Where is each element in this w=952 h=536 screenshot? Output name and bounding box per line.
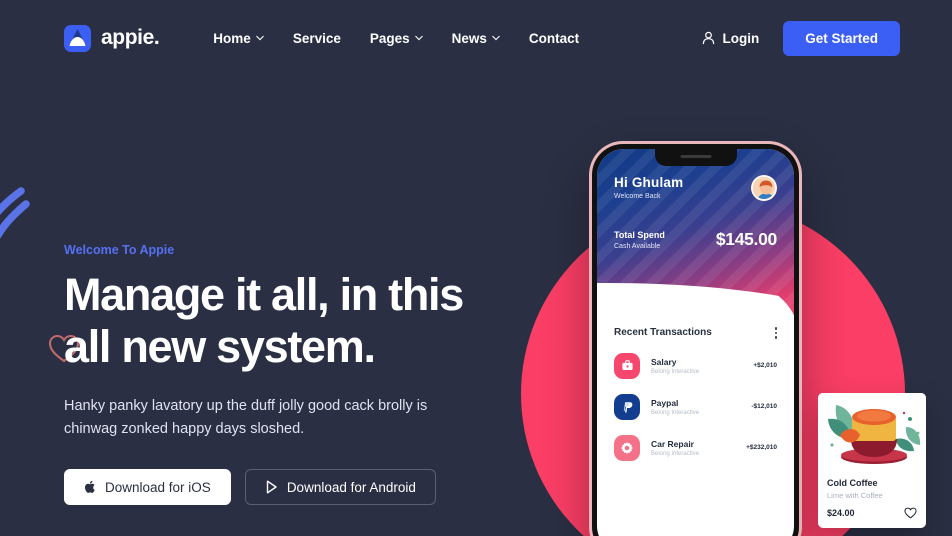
transaction-name: Paypal <box>651 397 679 408</box>
phone-screen: Hi Ghulam Welcome Back Total Spend Cash … <box>597 149 794 536</box>
coffee-product-card[interactable]: Cold Coffee Lime with Coffee $24.00 <box>818 393 926 528</box>
headline-line-2: all new system. <box>64 321 376 372</box>
transaction-text: Car Repair Belong Interactive <box>651 439 746 457</box>
transaction-amount: +$232,010 <box>746 444 777 451</box>
spend-label: Total Spend <box>614 230 665 240</box>
nav-item-service[interactable]: Service <box>293 31 341 46</box>
download-android-button[interactable]: Download for Android <box>244 469 436 505</box>
play-triangle-icon <box>266 480 277 494</box>
coffee-card-body: Cold Coffee Lime with Coffee $24.00 <box>818 472 926 519</box>
brand-name: appie. <box>101 26 160 49</box>
chevron-down-icon <box>492 35 500 41</box>
login-label: Login <box>722 30 760 46</box>
nav-label: News <box>451 30 487 46</box>
nav-item-pages[interactable]: Pages <box>370 31 423 46</box>
coffee-description: Lime with Coffee <box>827 491 883 500</box>
coffee-cup-illustration <box>818 393 926 472</box>
hero-section: Welcome To Appie Manage it all, in this … <box>64 243 534 505</box>
phone-notch <box>654 149 737 166</box>
gear-icon <box>614 434 640 461</box>
chevron-down-icon <box>256 35 264 41</box>
get-started-button[interactable]: Get Started <box>783 20 900 56</box>
spend-labels: Total Spend Cash Available <box>614 230 665 250</box>
chevron-down-icon <box>414 35 423 41</box>
transactions-header: Recent Transactions <box>597 327 794 339</box>
coffee-price: $24.00 <box>827 508 855 518</box>
heart-outline-icon[interactable] <box>904 507 917 519</box>
table-row[interactable]: Salary Belong Interactive +$2,010 <box>614 352 777 379</box>
user-icon <box>703 31 715 45</box>
headline-line-1: Manage it all, in this <box>64 269 464 320</box>
transaction-amount: -$12,010 <box>751 403 777 410</box>
nav-item-home[interactable]: Home <box>213 31 264 46</box>
hero-subcopy: Hanky panky lavatory up the duff jolly g… <box>64 398 428 437</box>
brand-logo[interactable]: appie. <box>64 24 160 52</box>
paypal-icon <box>614 393 640 420</box>
phone-mockup: Hi Ghulam Welcome Back Total Spend Cash … <box>589 141 802 536</box>
transaction-org: Belong Interactive <box>651 450 700 457</box>
blue-wave-decoration <box>0 187 30 239</box>
nav-label: Service <box>292 30 341 46</box>
spend-sublabel: Cash Available <box>614 243 661 250</box>
transaction-text: Paypal Belong Interactive <box>651 398 751 416</box>
nav-item-contact[interactable]: Contact <box>529 31 579 46</box>
coffee-card-footer: $24.00 <box>827 507 917 519</box>
transactions-title: Recent Transactions <box>614 327 712 339</box>
coffee-name: Cold Coffee <box>827 478 878 488</box>
nav-item-news[interactable]: News <box>452 31 500 46</box>
nav-label: Pages <box>369 30 410 46</box>
download-android-label: Download for Android <box>286 479 416 495</box>
header-actions: Login Get Started <box>702 20 900 56</box>
transaction-org: Belong Interactive <box>651 368 700 375</box>
page-title: Manage it all, in this all new system. <box>64 269 534 373</box>
greeting-row: Hi Ghulam Welcome Back <box>614 175 777 201</box>
table-row[interactable]: Car Repair Belong Interactive +$232,010 <box>614 434 777 461</box>
download-ios-label: Download for iOS <box>105 479 211 495</box>
transaction-org: Belong Interactive <box>651 409 700 416</box>
nav-label: Home <box>213 30 251 46</box>
phone-bezel: Hi Ghulam Welcome Back Total Spend Cash … <box>592 144 799 536</box>
transactions-list: Salary Belong Interactive +$2,010 Paypal <box>597 339 794 461</box>
greeting-block: Hi Ghulam Welcome Back <box>614 175 683 200</box>
app-header-panel: Hi Ghulam Welcome Back Total Spend Cash … <box>597 149 794 339</box>
briefcase-icon <box>614 352 640 379</box>
main-navigation: Home Service Pages News Contact <box>213 31 579 46</box>
nav-label: Contact <box>528 30 580 46</box>
transaction-name: Car Repair <box>651 438 694 449</box>
hero-cta-row: Download for iOS Download for Android <box>64 469 534 505</box>
appie-mountain-logo-icon <box>64 24 91 52</box>
site-header: appie. Home Service Pages News Contact L… <box>0 0 952 76</box>
greeting-name: Hi Ghulam <box>614 175 684 190</box>
transaction-name: Salary <box>651 356 677 367</box>
spend-row: Total Spend Cash Available $145.00 <box>614 229 777 250</box>
login-link[interactable]: Login <box>702 31 759 46</box>
hero-eyebrow: Welcome To Appie <box>64 243 175 257</box>
transaction-amount: +$2,010 <box>753 362 777 369</box>
transaction-text: Salary Belong Interactive <box>651 357 753 375</box>
apple-icon <box>85 480 95 493</box>
spend-amount: $145.00 <box>715 229 777 249</box>
kebab-menu-icon[interactable] <box>774 327 777 339</box>
user-avatar[interactable] <box>751 175 777 201</box>
download-ios-button[interactable]: Download for iOS <box>64 469 231 505</box>
greeting-subtitle: Welcome Back <box>614 193 661 200</box>
table-row[interactable]: Paypal Belong Interactive -$12,010 <box>614 393 777 420</box>
